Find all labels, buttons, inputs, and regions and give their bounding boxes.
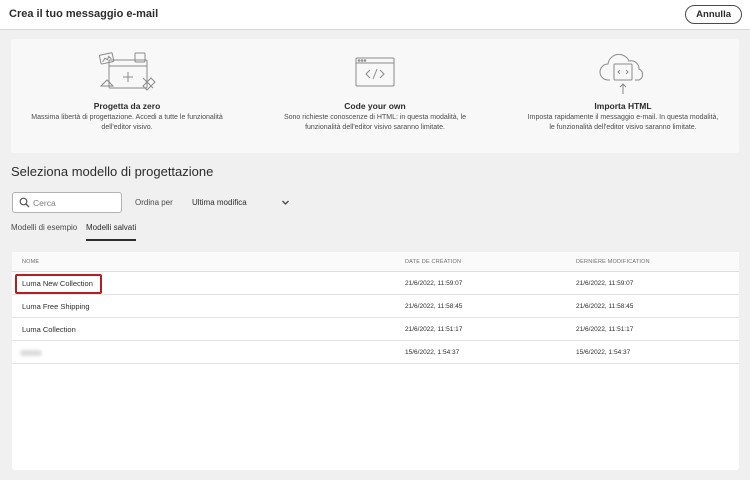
section-title: Seleziona modello di progettazione	[11, 164, 214, 179]
tab-sample-templates[interactable]: Modelli di esempio	[11, 223, 77, 241]
option-title: Code your own	[344, 101, 406, 111]
creation-options-panel: Progetta da zero Massima libertà di prog…	[11, 39, 739, 153]
table-row[interactable]: 15/6/2022, 1:54:37 15/6/2022, 1:54:37	[12, 341, 739, 364]
created-date: 21/6/2022, 11:51:17	[405, 326, 463, 333]
option-description: Sono richieste conoscenze di HTML: in qu…	[283, 114, 467, 131]
created-date: 21/6/2022, 11:59:07	[405, 280, 463, 287]
template-name[interactable]: Luma Free Shipping	[22, 302, 90, 311]
code-window-icon	[355, 57, 395, 87]
templates-table: NOME DATE DE CRÉATION DERNIÈRE MODIFICAT…	[12, 252, 739, 470]
template-name[interactable]: Luma New Collection	[22, 279, 93, 288]
search-input[interactable]	[33, 193, 119, 212]
option-import-html[interactable]: Importa HTML Imposta rapidamente il mess…	[523, 39, 723, 153]
modified-date: 21/6/2022, 11:51:17	[576, 326, 634, 333]
option-design-from-scratch[interactable]: Progetta da zero Massima libertà di prog…	[27, 39, 227, 153]
design-canvas-icon	[98, 52, 156, 91]
created-date: 21/6/2022, 11:58:45	[405, 303, 463, 310]
table-row[interactable]: Luma New Collection 21/6/2022, 11:59:07 …	[12, 272, 739, 295]
template-tabs: Modelli di esempio Modelli salvati	[11, 223, 611, 241]
tab-saved-templates[interactable]: Modelli salvati	[86, 223, 137, 241]
modified-date: 21/6/2022, 11:58:45	[576, 303, 634, 310]
chevron-down-icon	[282, 200, 289, 205]
sort-value: Ultima modifica	[192, 198, 247, 207]
column-header-created[interactable]: DATE DE CRÉATION	[405, 259, 461, 265]
table-header: NOME DATE DE CRÉATION DERNIÈRE MODIFICAT…	[12, 252, 739, 272]
option-description: Imposta rapidamente il messaggio e-mail.…	[527, 114, 719, 131]
template-name[interactable]: Luma Collection	[22, 325, 76, 334]
sort-dropdown[interactable]: Ultima modifica	[184, 194, 294, 211]
search-icon	[19, 197, 30, 208]
table-row[interactable]: Luma Free Shipping 21/6/2022, 11:58:45 2…	[12, 295, 739, 318]
column-header-modified[interactable]: DERNIÈRE MODIFICATION	[576, 259, 650, 265]
option-title: Progetta da zero	[93, 101, 161, 111]
modified-date: 15/6/2022, 1:54:37	[576, 349, 631, 356]
column-header-name[interactable]: NOME	[22, 259, 39, 265]
search-box[interactable]	[12, 192, 122, 213]
sort-label: Ordina per	[135, 198, 173, 207]
dialog-title: Crea il tuo messaggio e-mail	[9, 8, 159, 20]
table-row[interactable]: Luma Collection 21/6/2022, 11:51:17 21/6…	[12, 318, 739, 341]
created-date: 15/6/2022, 1:54:37	[405, 349, 460, 356]
cancel-button[interactable]: Annulla	[685, 5, 742, 24]
option-title: Importa HTML	[594, 101, 652, 111]
redacted-template-name	[20, 350, 42, 356]
dialog-header: Crea il tuo messaggio e-mail Annulla	[0, 0, 750, 30]
option-code-your-own[interactable]: Code your own Sono richieste conoscenze …	[275, 39, 475, 153]
option-description: Massima libertà di progettazione. Accedi…	[31, 114, 223, 131]
modified-date: 21/6/2022, 11:59:07	[576, 280, 634, 287]
cloud-upload-icon	[599, 53, 644, 94]
